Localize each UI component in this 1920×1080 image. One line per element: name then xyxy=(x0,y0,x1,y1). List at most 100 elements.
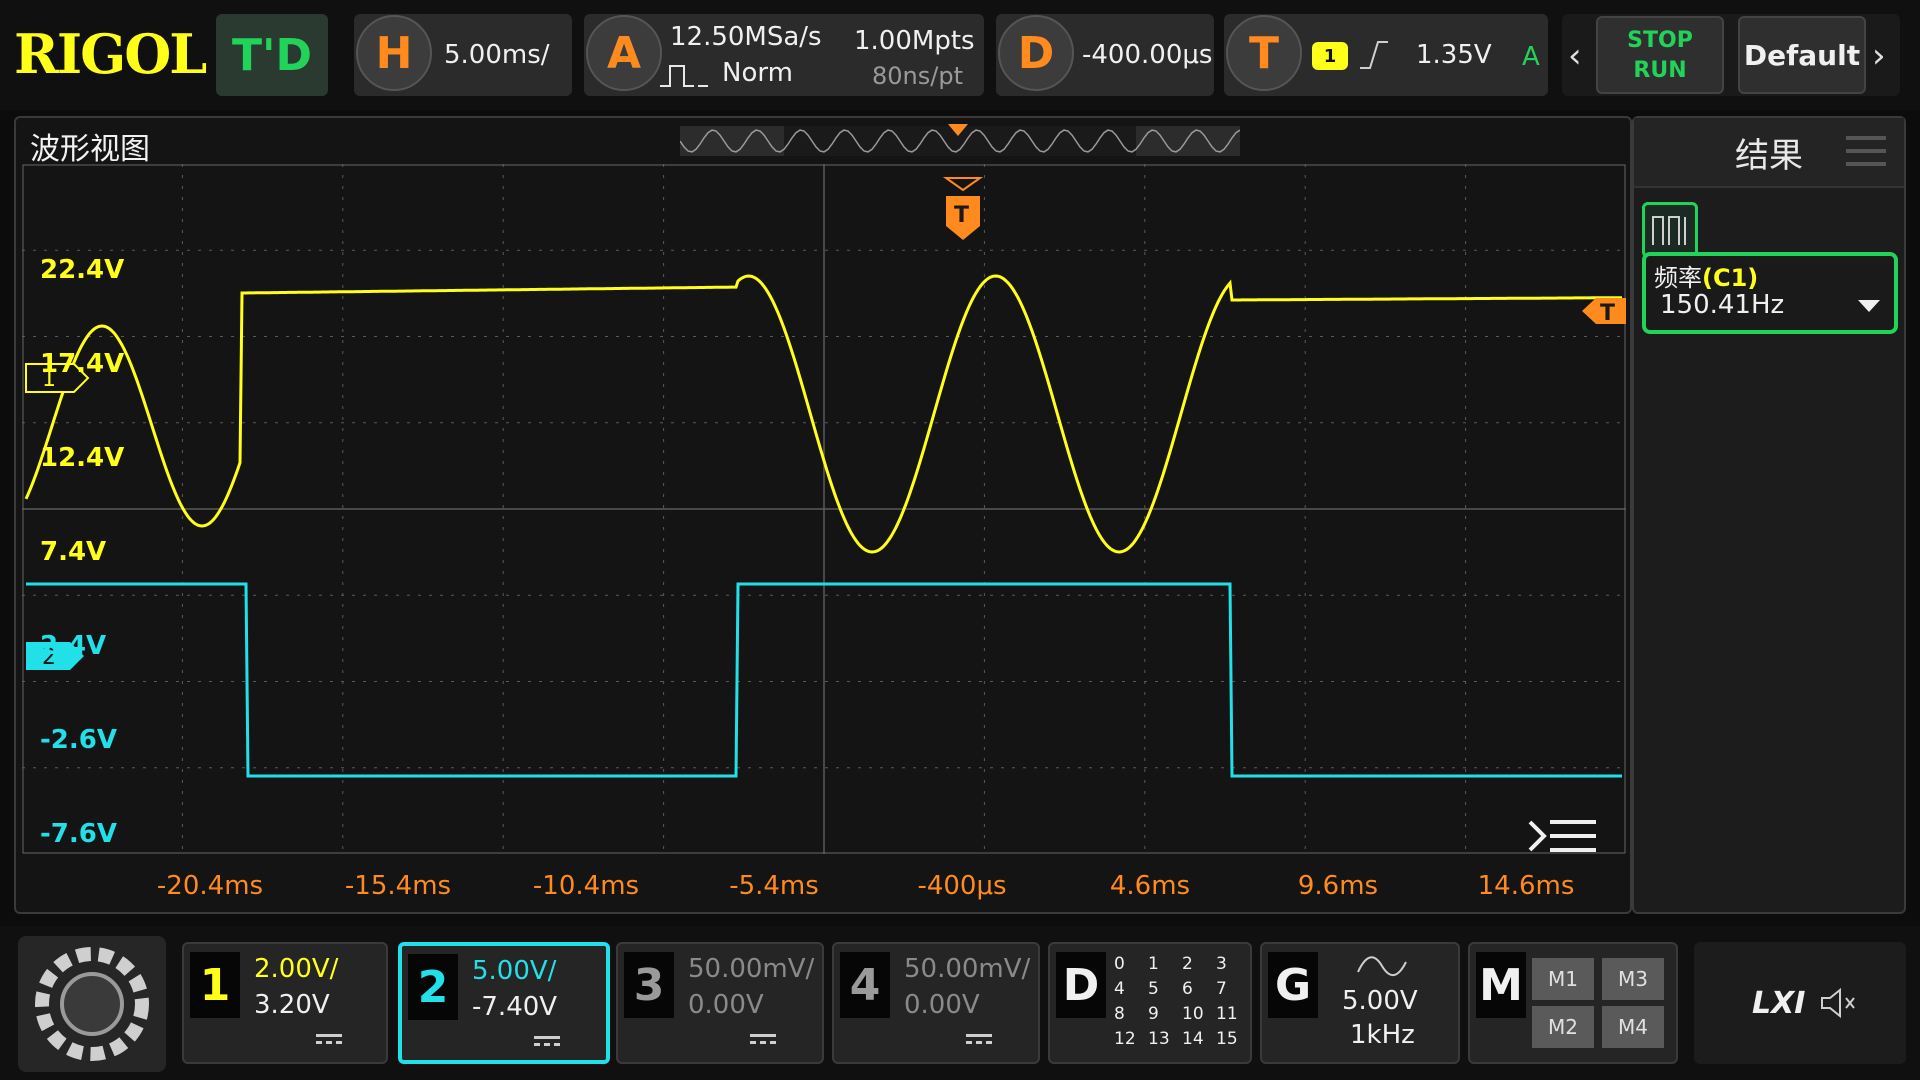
channel-3-scale: 50.00mV/ xyxy=(688,954,815,984)
measurement-channel: (C1) xyxy=(1702,264,1759,292)
channel-4-number: 4 xyxy=(840,952,890,1018)
dropdown-caret-icon[interactable] xyxy=(1858,300,1880,312)
trigger-block[interactable]: T 1 1.35V A xyxy=(1224,14,1548,96)
acquire-block[interactable]: A 12.50MSa/s 1.00Mpts Norm 80ns/pt xyxy=(584,14,984,96)
math-label: M xyxy=(1476,952,1526,1018)
math-m3-button[interactable]: M3 xyxy=(1602,958,1664,1000)
x-label: 4.6ms xyxy=(1110,871,1190,901)
memory-depth: 1.00Mpts xyxy=(854,26,975,56)
x-label: 9.6ms xyxy=(1298,871,1378,901)
horizontal-badge: H xyxy=(356,15,432,91)
dc-coupling-icon xyxy=(316,1034,342,1044)
math-box[interactable]: M M1 M3 M2 M4 xyxy=(1468,942,1678,1064)
sample-rate: 12.50MSa/s xyxy=(670,22,822,52)
dc-coupling-icon xyxy=(534,1036,560,1046)
x-label: -20.4ms xyxy=(157,871,263,901)
waveform-view-title: 波形视图 xyxy=(30,132,150,167)
measurement-name: 频率 xyxy=(1654,264,1702,292)
generator-label: G xyxy=(1268,952,1318,1018)
lxi-label: LXI xyxy=(1752,986,1806,1021)
result-panel: 结果 频率(C1) 150.41Hz xyxy=(1632,116,1906,914)
digital-bit: 3 xyxy=(1216,954,1227,974)
channel-3-offset: 0.00V xyxy=(688,990,764,1020)
waveform-view-panel[interactable]: 波形视图 T T 1 2 22.4V 17.4V 12.4V 7.4V 2.4V… xyxy=(14,116,1632,914)
delay-badge: D xyxy=(998,15,1074,91)
math-m2-button[interactable]: M2 xyxy=(1532,1006,1594,1048)
digital-bit: 7 xyxy=(1216,979,1227,999)
math-m1-button[interactable]: M1 xyxy=(1532,958,1594,1000)
digital-bit: 4 xyxy=(1114,979,1125,999)
x-label: -15.4ms xyxy=(345,871,451,901)
dc-coupling-icon xyxy=(750,1034,776,1044)
trigger-position-outline xyxy=(942,177,984,192)
digital-bit: 11 xyxy=(1216,1004,1238,1024)
default-button[interactable]: Default xyxy=(1738,16,1866,94)
chevron-right-icon[interactable]: › xyxy=(1872,36,1886,76)
digital-bit: 0 xyxy=(1114,954,1125,974)
measurement-value: 150.41Hz xyxy=(1660,290,1785,320)
delay-value: -400.00μs xyxy=(1082,40,1213,70)
channel-1-box[interactable]: 1 2.00V/ 3.20V xyxy=(182,942,388,1064)
trigger-edge-icon xyxy=(1360,41,1388,69)
sine-icon xyxy=(1357,956,1407,976)
channel-1-number: 1 xyxy=(190,952,240,1018)
channel-2-scale: 5.00V/ xyxy=(472,956,557,986)
trigger-source: 1 xyxy=(1312,42,1348,70)
channel-4-box[interactable]: 4 50.00mV/ 0.00V xyxy=(832,942,1040,1064)
channel-2-offset: -7.40V xyxy=(472,992,558,1022)
pulse-icon xyxy=(660,65,708,87)
digital-bit: 14 xyxy=(1182,1029,1204,1049)
measure-icon[interactable] xyxy=(1642,202,1698,258)
digital-bit: 6 xyxy=(1182,979,1193,999)
channel-3-number: 3 xyxy=(624,952,674,1018)
result-menu-icon[interactable] xyxy=(1846,136,1886,166)
y-label: 17.4V xyxy=(40,349,124,379)
chevron-left-icon[interactable]: ‹ xyxy=(1568,36,1582,76)
digital-bit: 1 xyxy=(1148,954,1159,974)
stop-label: STOP xyxy=(1627,28,1693,53)
dc-coupling-icon xyxy=(966,1034,992,1044)
x-label: -400μs xyxy=(917,871,1006,901)
y-label: 2.4V xyxy=(40,631,106,661)
channel-1-offset: 3.20V xyxy=(254,990,330,1020)
trigger-position-label[interactable]: T xyxy=(954,203,969,228)
digital-bit: 12 xyxy=(1114,1029,1136,1049)
trigger-level: 1.35V xyxy=(1416,40,1492,70)
x-label: -5.4ms xyxy=(729,871,819,901)
y-label: 12.4V xyxy=(40,443,124,473)
math-m4-button[interactable]: M4 xyxy=(1602,1006,1664,1048)
acquire-resolution: 80ns/pt xyxy=(872,62,963,90)
y-label: 22.4V xyxy=(40,255,124,285)
trigger-sweep: A xyxy=(1522,42,1540,72)
delay-block[interactable]: D -400.00μs xyxy=(996,14,1214,96)
stop-run-button[interactable]: STOP RUN xyxy=(1596,16,1724,94)
generator-amplitude: 5.00V xyxy=(1342,986,1418,1016)
acquire-badge: A xyxy=(586,15,662,91)
y-label: -7.6V xyxy=(40,819,117,849)
trigger-badge: T xyxy=(1226,15,1302,91)
run-label: RUN xyxy=(1633,58,1687,83)
gear-logo-icon[interactable] xyxy=(18,936,166,1072)
trigger-level-label[interactable]: T xyxy=(1600,301,1615,326)
oscilloscope-app: RIGOL T'D H 5.00ms/ A 12.50MSa/s 1.00Mpt… xyxy=(0,0,1920,1080)
channel-1-scale: 2.00V/ xyxy=(254,954,339,984)
digital-box[interactable]: D 0 1 2 3 4 5 6 7 8 9 10 11 12 13 14 15 xyxy=(1048,942,1252,1064)
memory-overview[interactable] xyxy=(680,124,1240,158)
channel-2-box[interactable]: 2 5.00V/ -7.40V xyxy=(398,942,610,1064)
menu-icon[interactable] xyxy=(1528,820,1596,852)
mode-td-button[interactable]: T'D xyxy=(216,14,328,96)
horizontal-block[interactable]: H 5.00ms/ xyxy=(354,14,572,96)
channel-3-box[interactable]: 3 50.00mV/ 0.00V xyxy=(616,942,824,1064)
x-label: 14.6ms xyxy=(1478,871,1575,901)
y-label: -2.6V xyxy=(40,725,117,755)
mute-icon[interactable] xyxy=(1818,986,1858,1020)
waveform-grid[interactable]: T T 1 2 22.4V 17.4V 12.4V 7.4V 2.4V -2.6… xyxy=(22,164,1626,906)
generator-box[interactable]: G 5.00V 1kHz xyxy=(1260,942,1460,1064)
frequency-measurement-card[interactable]: 频率(C1) 150.41Hz xyxy=(1642,252,1898,334)
channel-4-scale: 50.00mV/ xyxy=(904,954,1031,984)
channel-4-offset: 0.00V xyxy=(904,990,980,1020)
digital-bit: 15 xyxy=(1216,1029,1238,1049)
digital-label: D xyxy=(1056,952,1106,1018)
top-bar: RIGOL T'D H 5.00ms/ A 12.50MSa/s 1.00Mpt… xyxy=(0,0,1920,110)
lxi-status[interactable]: LXI xyxy=(1694,942,1906,1064)
